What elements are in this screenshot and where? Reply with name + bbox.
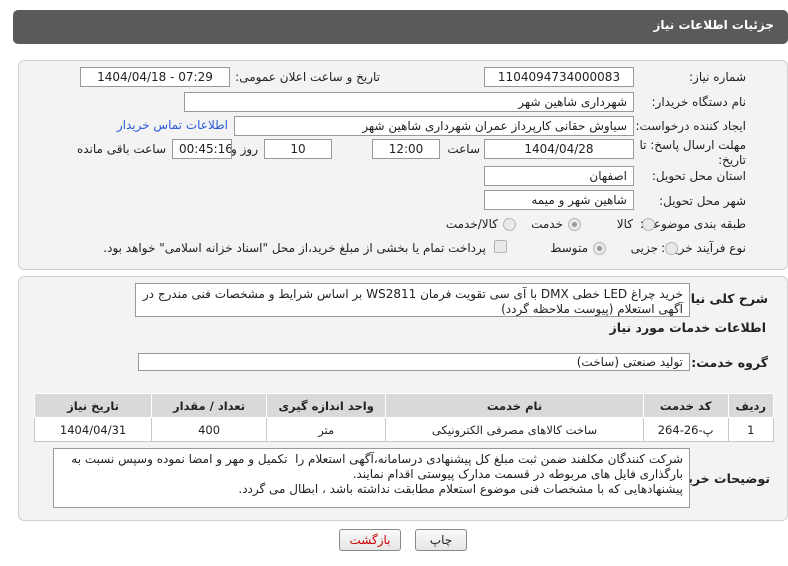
buyer-org-field: شهرداری شاهین شهر [184,92,634,112]
need-number-field: 1104094734000083 [484,67,634,87]
summary-label: شرح کلی نیاز: [678,291,768,306]
treasury-checkbox[interactable] [494,240,507,253]
deadline-label-2: تاریخ: [718,153,746,167]
table-header-row: ردیف کد خدمت نام خدمت واحد اندازه گیری ت… [33,393,775,418]
deadline-time-field: 12:00 [372,139,440,159]
city-field: شاهین شهر و میمه [484,190,634,210]
announce-field: 1404/04/18 - 07:29 [80,67,230,87]
category-option-service: خدمت [531,217,563,231]
category-radio-service[interactable] [568,218,581,231]
contact-info-link[interactable]: اطلاعات تماس خریدار [117,118,228,132]
cell-date: 1404/04/31 [33,417,153,442]
col-qty-header: تعداد / مقدار [151,393,267,418]
service-group-label: گروه خدمت: [691,355,768,370]
print-button[interactable]: چاپ [415,529,467,551]
table-row: 1 پ-26-264 ساخت کالاهای مصرفی الکترونیکی… [33,417,775,442]
cell-unit: متر [265,417,387,442]
summary-textarea: خرید چراغ LED خطی DMX با آی سی تقویت فرم… [135,283,690,317]
col-row-header: ردیف [727,393,775,418]
deadline-date-field: 1404/04/28 [484,139,634,159]
col-name-header: نام خدمت [385,393,644,418]
services-table: ردیف کد خدمت نام خدمت واحد اندازه گیری ت… [33,393,775,442]
remaining-label: ساعت باقی مانده [76,142,166,156]
cell-row: 1 [727,417,775,442]
process-radio-medium[interactable] [593,242,606,255]
city-label: شهر محل تحویل: [659,194,746,208]
process-radio-minor[interactable] [665,242,678,255]
services-section-title: اطلاعات خدمات مورد نیاز [609,320,767,335]
category-option-goods-service: کالا/خدمت [445,217,498,231]
back-button[interactable]: بازگشت [339,529,401,551]
province-label: استان محل تحویل: [651,169,746,183]
cell-name: ساخت کالاهای مصرفی الکترونیکی [385,417,644,442]
category-radio-goods-service[interactable] [503,218,516,231]
time-label: ساعت [447,142,480,156]
buyer-org-label: نام دستگاه خریدار: [651,95,747,109]
cell-code: پ-26-264 [642,417,729,442]
treasury-note: پرداخت تمام یا بخشی از مبلغ خرید،از محل … [103,241,486,255]
category-option-goods: کالا [616,217,633,231]
col-date-header: تاریخ نیاز [33,393,153,418]
province-field: اصفهان [484,166,634,186]
need-number-label: شماره نیاز: [689,70,746,84]
col-code-header: کد خدمت [642,393,729,418]
creator-field: سیاوش حقانی کارپرداز عمران شهرداری شاهین… [234,116,634,136]
process-option-medium: متوسط [550,241,588,255]
service-group-field: تولید صنعتی (ساخت) [138,353,690,371]
days-label: روز و [231,142,258,156]
announce-label: تاریخ و ساعت اعلان عمومی: [235,70,380,84]
remaining-time-field: 00:45:16 [172,139,232,159]
category-radio-goods[interactable] [642,218,655,231]
creator-label: ایجاد کننده درخواست: [635,119,746,133]
buyer-notes-textarea: شرکت کنندگان مکلفند ضمن ثبت مبلغ کل پیشن… [53,448,690,508]
category-label: طبقه بندی موضوعی: [639,217,746,231]
page-title: جزئیات اطلاعات نیاز [653,18,774,32]
cell-qty: 400 [151,417,267,442]
deadline-label: مهلت ارسال پاسخ: تا [639,138,746,152]
col-unit-header: واحد اندازه گیری [265,393,387,418]
process-option-minor: جزیی [630,241,658,255]
page-header: جزئیات اطلاعات نیاز [13,10,788,44]
days-field: 10 [264,139,332,159]
